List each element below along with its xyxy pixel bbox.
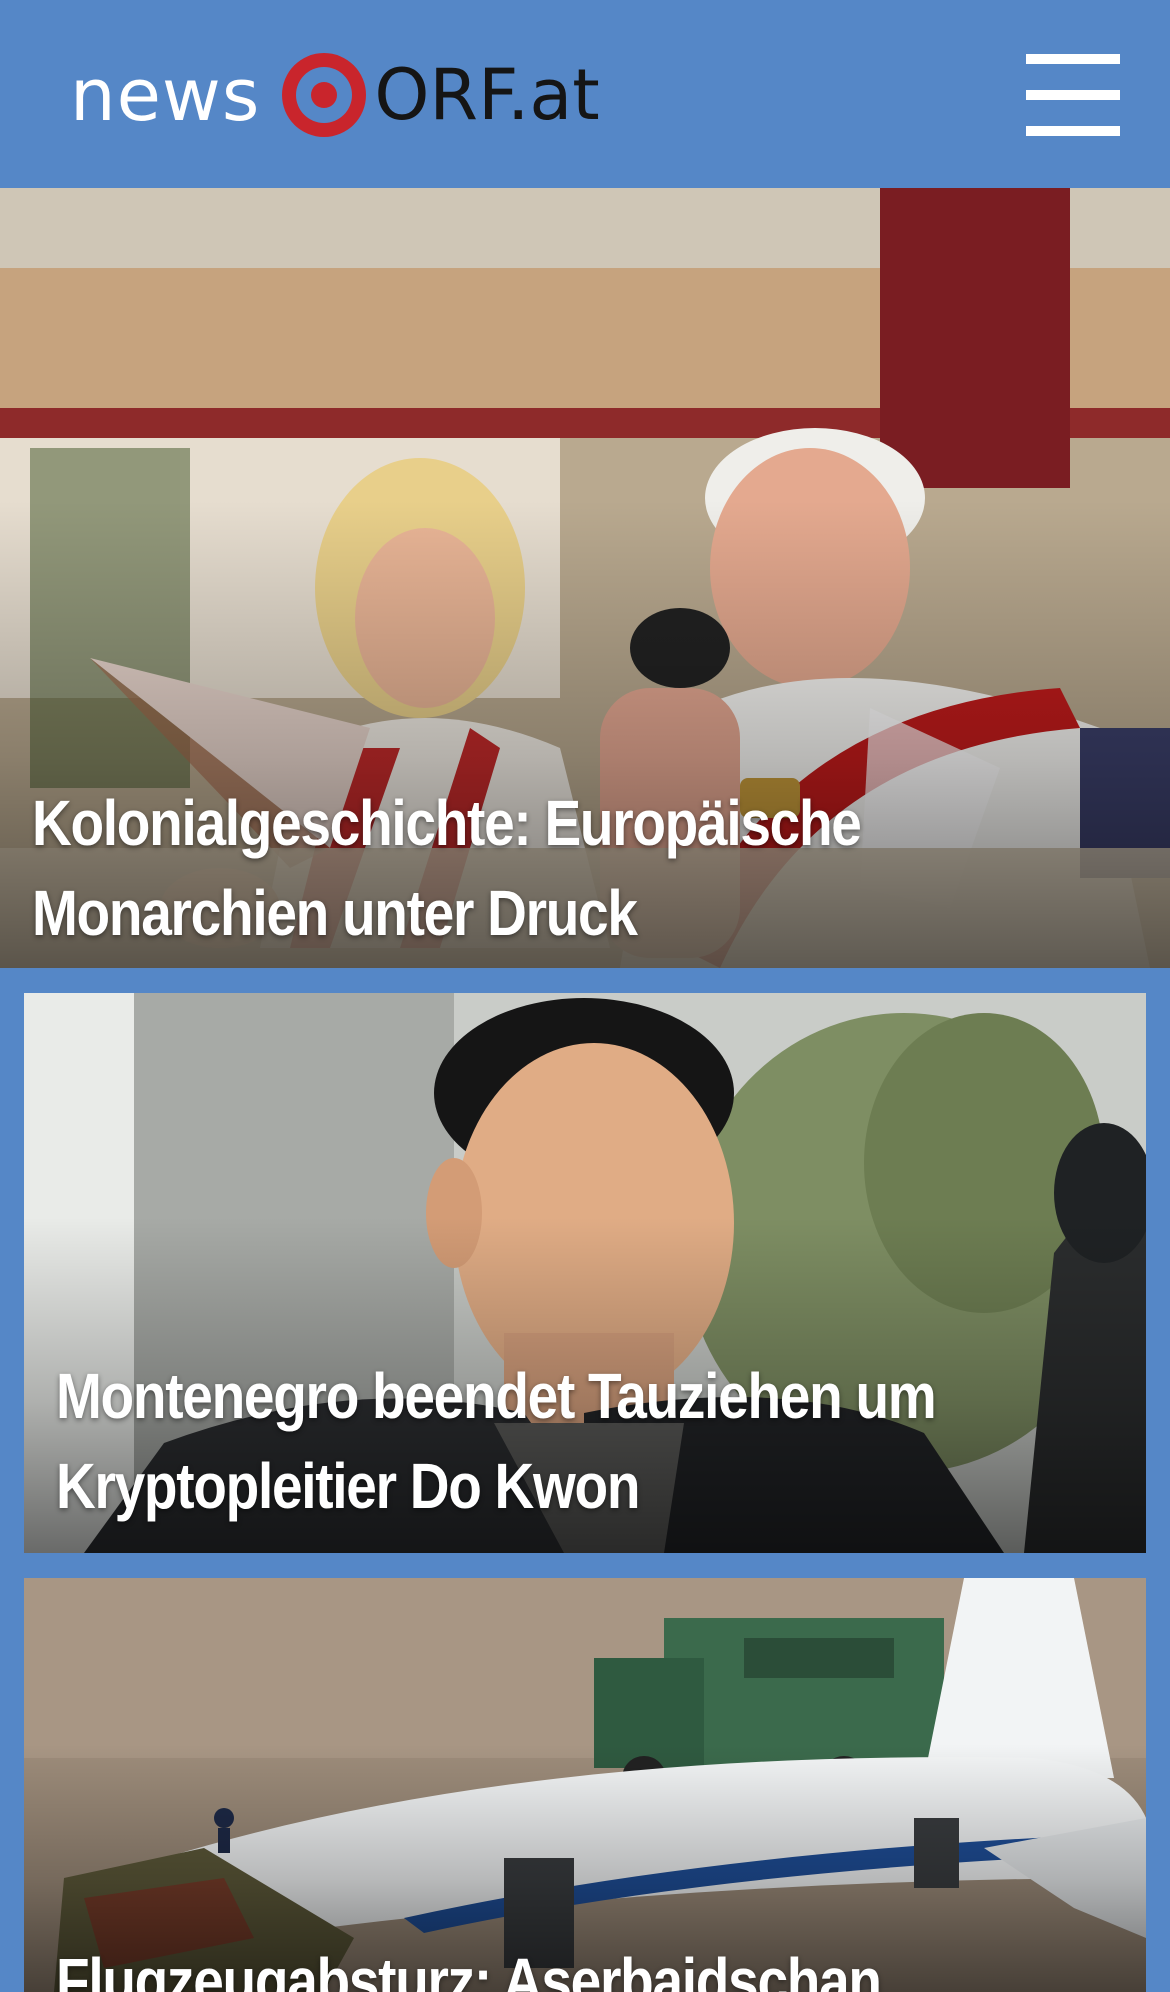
story-card-1[interactable]: Kolonialgeschichte: Europäische Monarchi…	[0, 188, 1170, 968]
story-2-headline: Montenegro beendet Tauziehen um Kryptopl…	[56, 1351, 937, 1531]
story-card-3[interactable]: Flugzeugabsturz: Aserbaidschan	[24, 1578, 1146, 1992]
story-3-headline: Flugzeugabsturz: Aserbaidschan	[56, 1936, 882, 1992]
site-header: news ORF.at	[0, 0, 1170, 188]
logo-news-text: news	[70, 53, 261, 137]
story-1-headline-line1: Kolonialgeschichte: Europäische	[32, 787, 862, 859]
story-card-2[interactable]: Montenegro beendet Tauziehen um Kryptopl…	[24, 993, 1146, 1553]
story-2-headline-line2: Kryptopleitier Do Kwon	[56, 1450, 640, 1522]
logo-orf-text: ORF.at	[374, 54, 600, 136]
story-3-headline-line1: Flugzeugabsturz: Aserbaidschan	[56, 1945, 882, 1992]
story-1-headline-line2: Monarchien unter Druck	[32, 877, 638, 949]
hamburger-menu-icon[interactable]	[1020, 50, 1120, 140]
menu-bar	[1026, 90, 1120, 100]
menu-bar	[1026, 126, 1120, 136]
orf-eye-icon	[282, 53, 367, 137]
menu-bar	[1026, 54, 1120, 64]
story-2-headline-line1: Montenegro beendet Tauziehen um	[56, 1360, 937, 1432]
story-1-headline: Kolonialgeschichte: Europäische Monarchi…	[32, 778, 862, 958]
news-orf-logo[interactable]: news ORF.at	[70, 40, 600, 150]
